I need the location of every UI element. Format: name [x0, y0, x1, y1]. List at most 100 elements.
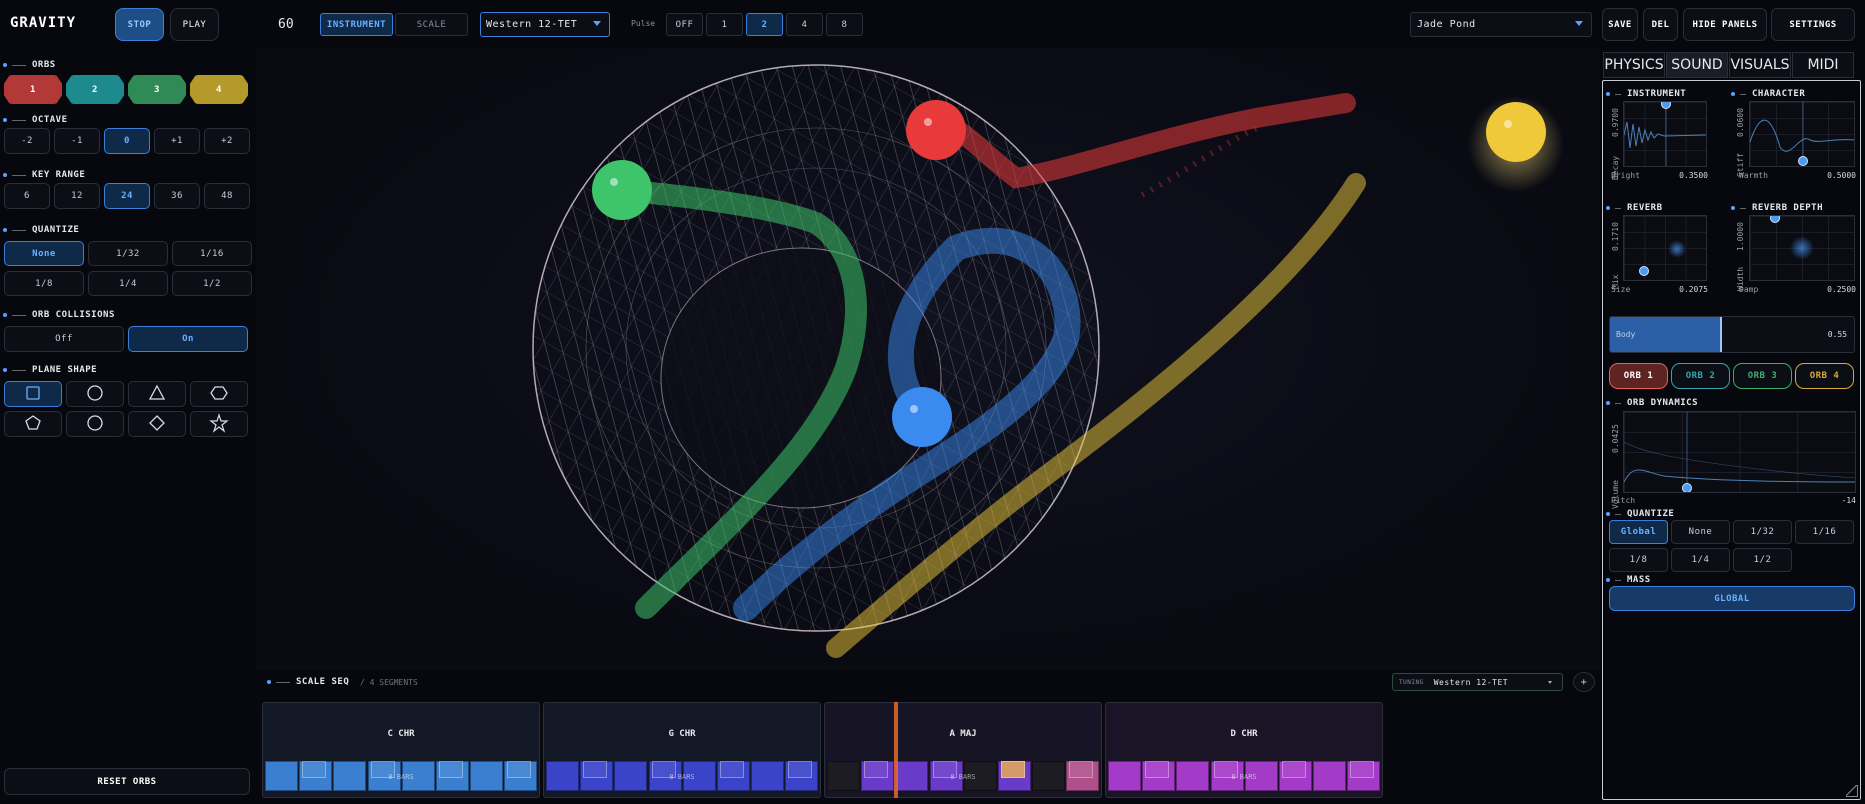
reverb-xy-pad[interactable] [1623, 215, 1707, 281]
orb-quantize-option-1-32[interactable]: 1/32 [1733, 520, 1792, 544]
simulation-canvas[interactable] [256, 48, 1600, 670]
add-segment-button[interactable]: + [1573, 672, 1595, 692]
reset-orbs-button[interactable]: RESET ORBS [4, 768, 250, 795]
reverb-depth-xy-pad[interactable] [1749, 215, 1855, 281]
orb-blue[interactable] [892, 387, 952, 447]
character-y-value: 0.0600 [1736, 108, 1745, 137]
keyrange-section-label: KEY RANGE [3, 170, 85, 180]
character-section-label: CHARACTER [1731, 89, 1805, 99]
seq-tuning-select[interactable]: TUNING Western 12-TET [1392, 673, 1563, 691]
tab-sound[interactable]: SOUND [1666, 52, 1728, 78]
orb-select-button-2[interactable]: 2 [66, 75, 124, 104]
orb-quantize-option-1-8[interactable]: 1/8 [1609, 548, 1668, 572]
plane-shape-option-4[interactable] [190, 381, 248, 407]
dynamics-x-label: Pitch [1611, 496, 1636, 505]
quantize-option-1-16[interactable]: 1/16 [172, 241, 252, 266]
orb-quantize-option-1-2[interactable]: 1/2 [1733, 548, 1792, 572]
pulse-option-off[interactable]: OFF [666, 13, 703, 36]
bpm-value[interactable]: 60 [278, 17, 294, 32]
diamond-icon [146, 412, 168, 437]
orb-yellow[interactable] [1486, 102, 1546, 162]
body-slider[interactable]: Body 0.55 [1609, 316, 1855, 353]
scale-mode-button[interactable]: SCALE [395, 13, 468, 36]
scale-segment[interactable]: G CHR 8 BARS [543, 702, 821, 798]
plane-shape-option-6[interactable] [66, 411, 124, 437]
keyrange-option-24[interactable]: 24 [104, 183, 150, 209]
octave-option-minus1[interactable]: -1 [54, 128, 100, 154]
orb-quantize-option-1-4[interactable]: 1/4 [1671, 548, 1730, 572]
delete-button[interactable]: DEL [1643, 8, 1678, 41]
star-icon [208, 412, 230, 437]
character-pad-knob[interactable] [1798, 156, 1808, 166]
mass-global-button[interactable]: GLOBAL [1609, 586, 1855, 611]
orb-tab-2[interactable]: ORB 2 [1671, 363, 1730, 389]
settings-button[interactable]: SETTINGS [1771, 8, 1855, 41]
stop-button[interactable]: STOP [115, 8, 164, 41]
orb-tab-1[interactable]: ORB 1 [1609, 363, 1668, 389]
instrument-waveform [1624, 102, 1706, 166]
character-x-value: 0.5000 [1827, 171, 1856, 180]
quantize-option-1-4[interactable]: 1/4 [88, 271, 168, 296]
quantize-option-1-8[interactable]: 1/8 [4, 271, 84, 296]
keyrange-option-36[interactable]: 36 [154, 183, 200, 209]
reverb-pad-knob[interactable] [1639, 266, 1649, 276]
hide-panels-button[interactable]: HIDE PANELS [1683, 8, 1767, 41]
pulse-option-1[interactable]: 1 [706, 13, 743, 36]
orb-quantize-option-1-16[interactable]: 1/16 [1795, 520, 1854, 544]
orbs-section-label: ORBS [3, 60, 56, 70]
pulse-option-4[interactable]: 4 [786, 13, 823, 36]
scale-segment[interactable]: A MAJ 8 BARS [824, 702, 1102, 798]
reverb-depth-glow [1790, 236, 1814, 260]
orb-select-button-1[interactable]: 1 [4, 75, 62, 104]
plane-shape-option-2[interactable] [66, 381, 124, 407]
orb-dynamics-xy-pad[interactable] [1623, 411, 1856, 493]
keyrange-option-48[interactable]: 48 [204, 183, 250, 209]
body-value: 0.55 [1827, 330, 1847, 339]
preset-select[interactable]: Jade Pond [1410, 12, 1592, 37]
tab-physics[interactable]: PHYSICS [1603, 52, 1665, 78]
plane-shape-option-7[interactable] [128, 411, 186, 437]
scale-segment[interactable]: D CHR 8 BARS [1105, 702, 1383, 798]
octave-option-plus2[interactable]: +2 [204, 128, 250, 154]
instrument-xy-pad[interactable] [1623, 101, 1707, 167]
quantize-option-none[interactable]: None [4, 241, 84, 266]
pulse-option-2[interactable]: 2 [746, 13, 783, 36]
character-xy-pad[interactable] [1749, 101, 1855, 167]
tab-midi[interactable]: MIDI [1792, 52, 1854, 78]
orb-red[interactable] [906, 100, 966, 160]
dynamics-y-value: 0.0425 [1611, 424, 1620, 453]
reverb-x-label: Size [1611, 285, 1631, 294]
resize-handle-icon[interactable] [1846, 785, 1858, 797]
tuning-select[interactable]: Western 12-TET [480, 12, 610, 37]
scale-segment[interactable]: C CHR 8 BARS [262, 702, 540, 798]
orb-select-button-3[interactable]: 3 [128, 75, 186, 104]
orb-quantize-option-none[interactable]: None [1671, 520, 1730, 544]
plane-shape-option-1[interactable] [4, 381, 62, 407]
keyrange-option-12[interactable]: 12 [54, 183, 100, 209]
quantize-option-1-2[interactable]: 1/2 [172, 271, 252, 296]
segment-bars: 8 BARS [265, 761, 538, 791]
plane-shape-option-5[interactable] [4, 411, 62, 437]
octave-option-0[interactable]: 0 [104, 128, 150, 154]
plane-shape-option-3[interactable] [128, 381, 186, 407]
collisions-option-off[interactable]: Off [4, 326, 124, 352]
octave-option-minus2[interactable]: -2 [4, 128, 50, 154]
orb-green[interactable] [592, 160, 652, 220]
pulse-option-8[interactable]: 8 [826, 13, 863, 36]
collisions-option-on[interactable]: On [128, 326, 248, 352]
tab-visuals[interactable]: VISUALS [1729, 52, 1791, 78]
play-button[interactable]: PLAY [170, 8, 219, 41]
dynamics-x-value: -14 [1841, 496, 1856, 505]
plane-shape-option-8[interactable] [190, 411, 248, 437]
instrument-mode-button[interactable]: INSTRUMENT [320, 13, 393, 36]
dynamics-pad-knob[interactable] [1682, 483, 1692, 492]
orb-tab-4[interactable]: ORB 4 [1795, 363, 1854, 389]
octave-option-plus1[interactable]: +1 [154, 128, 200, 154]
keyrange-option-6[interactable]: 6 [4, 183, 50, 209]
body-label: Body [1616, 330, 1636, 339]
save-button[interactable]: SAVE [1602, 8, 1638, 41]
orb-tab-3[interactable]: ORB 3 [1733, 363, 1792, 389]
orb-select-button-4[interactable]: 4 [190, 75, 248, 104]
quantize-option-1-32[interactable]: 1/32 [88, 241, 168, 266]
orb-quantize-option-global[interactable]: Global [1609, 520, 1668, 544]
